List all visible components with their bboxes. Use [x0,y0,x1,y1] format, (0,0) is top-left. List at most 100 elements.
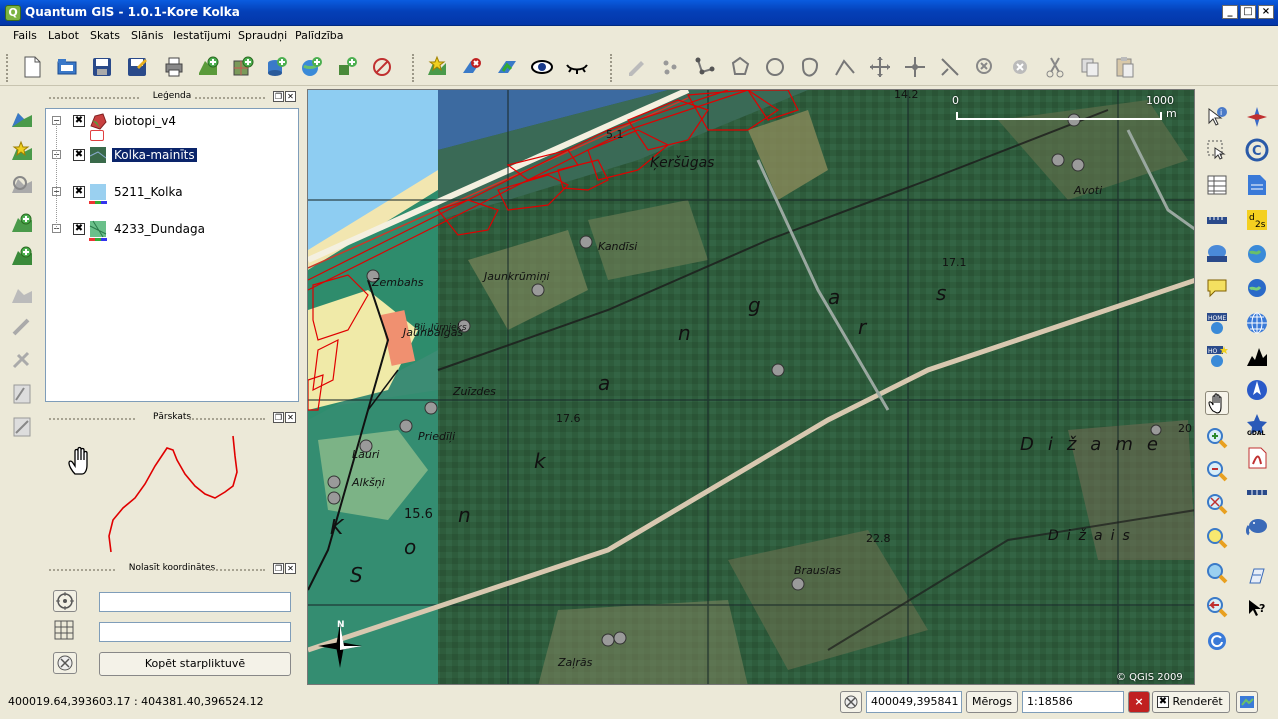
measure-line-icon[interactable] [1205,208,1229,232]
projection-status-icon[interactable] [1236,691,1258,713]
add-vector-green-icon[interactable] [10,212,34,236]
measure-area-icon[interactable] [1205,242,1229,266]
zoom-out-icon[interactable] [1205,459,1229,483]
coordinates-close-button[interactable]: ✕ [285,563,296,574]
whats-this-icon[interactable]: ? [1245,597,1269,621]
refresh-icon[interactable] [1205,629,1229,653]
coordinate-field-2[interactable] [99,622,291,642]
overview-panel[interactable] [45,426,299,560]
toggle-editing-icon[interactable] [625,55,649,79]
select-features-icon[interactable] [1205,138,1229,162]
menu-skats[interactable]: Skats [90,29,120,42]
menu-spraudni[interactable]: Spraudņi [238,29,287,42]
cancel-edit-icon[interactable] [1008,55,1032,79]
dxf2shp-icon[interactable]: d 2s [1245,208,1269,232]
graticule-icon[interactable] [1245,311,1269,335]
legend-layer-biotopi[interactable]: − ✖ biotopi_v4 [46,111,298,131]
minimize-button[interactable]: _ [1222,5,1238,19]
zoom-full-icon[interactable] [1205,492,1229,516]
menu-fails[interactable]: Fails [13,29,37,42]
grid-icon[interactable] [53,620,77,642]
delimited-text-icon[interactable] [1245,173,1269,197]
projection-settings-button[interactable] [53,652,77,674]
cut-features-icon[interactable] [1043,55,1067,79]
add-vector-layer-icon[interactable] [196,55,220,79]
layer-visibility-checkbox[interactable]: ✖ [73,186,85,198]
gdal-tools-icon[interactable]: GDAL [1245,412,1269,437]
pdf-export-icon[interactable] [1245,446,1269,470]
north-arrow-plugin-icon[interactable] [1245,105,1269,129]
menu-slanis[interactable]: Slānis [131,29,164,42]
home-bookmark-icon[interactable]: HOME [1205,311,1229,335]
zoom-selection-icon[interactable] [1205,526,1229,550]
add-vertex-icon[interactable] [903,55,927,79]
copy-to-clipboard-button[interactable]: Kopēt starpliktuvē [99,652,291,676]
layer-gray-2-icon[interactable] [10,316,34,340]
layer-visibility-checkbox[interactable]: ✖ [73,223,85,235]
add-ring-icon[interactable] [798,55,822,79]
delete-selected-icon[interactable] [973,55,997,79]
layer-gray-5-icon[interactable] [10,415,34,439]
maximize-button[interactable]: □ [1240,5,1256,19]
add-raster-layer-icon[interactable] [231,55,255,79]
legend-layer-kolka-mainits[interactable]: − ✖ Kolka-mainīts [46,145,298,165]
add-wms-layer-icon[interactable] [300,55,324,79]
home-set-icon[interactable]: HO [1205,344,1229,368]
legend-layer-5211-kolka[interactable]: − ✖ 5211_Kolka [46,182,298,202]
gps-tools-icon[interactable] [1245,276,1269,300]
overview-close-button[interactable]: ✕ [285,412,296,423]
overview-float-button[interactable]: ❐ [273,412,284,423]
capture-line-icon[interactable] [693,55,717,79]
menu-palidziba[interactable]: Palīdzība [295,29,344,42]
bookmark-star-icon[interactable] [10,140,34,164]
add-postgis-layer-icon[interactable] [265,55,289,79]
layer-gray-1-icon[interactable] [10,283,34,307]
open-project-icon[interactable] [55,55,79,79]
hide-all-layers-icon[interactable] [565,55,589,79]
capture-point-icon[interactable] [658,55,682,79]
crosshair-capture-button[interactable] [53,590,77,612]
move-feature-icon[interactable] [763,55,787,79]
zoom-in-icon[interactable] [1205,426,1229,450]
toolbar-grip[interactable] [6,54,9,82]
move-vertex-icon[interactable] [868,55,892,79]
layer-visibility-checkbox[interactable]: ✖ [73,115,85,127]
georeferencer-icon[interactable] [1245,242,1269,266]
legend-float-button[interactable]: ❐ [273,91,284,102]
print-icon[interactable] [162,55,186,79]
render-checkbox[interactable]: ✖ [1157,696,1169,708]
save-project-icon[interactable] [90,55,114,79]
close-button[interactable]: × [1258,5,1274,19]
identify-icon[interactable]: i [1205,105,1229,129]
split-features-icon[interactable] [833,55,857,79]
new-project-icon[interactable] [20,55,44,79]
zoom-last-icon[interactable] [1205,595,1229,619]
add-all-to-overview-icon[interactable] [495,55,519,79]
zoom-layer-icon[interactable] [1205,561,1229,585]
toolbar-grip[interactable] [412,54,415,82]
render-toggle[interactable]: ✖ Renderēt [1152,691,1230,713]
coordinate-toggle-icon[interactable] [840,691,862,713]
pan-tool-icon[interactable] [1205,391,1229,415]
scale-bar-plugin-icon[interactable] [1245,480,1269,504]
copy-features-icon[interactable] [1078,55,1102,79]
menu-labot[interactable]: Labot [48,29,79,42]
legend-layer-4233-dundaga[interactable]: − ✖ 4233_Dundaga [46,219,298,239]
coordinates-float-button[interactable]: ❐ [273,563,284,574]
python-console-icon[interactable] [1245,563,1269,587]
layer-gray-4-icon[interactable] [10,382,34,406]
show-all-layers-icon[interactable] [530,55,554,79]
capture-polygon-icon[interactable] [728,55,752,79]
add-layer-icon[interactable] [10,107,34,131]
layer-visibility-checkbox[interactable]: ✖ [73,149,85,161]
remove-layer-gray-icon[interactable] [10,173,34,197]
interpolation-icon[interactable] [1245,344,1269,368]
north-arrow-decor-icon[interactable] [1245,378,1269,402]
stop-render-icon[interactable]: × [1128,691,1150,713]
new-vector-layer-icon[interactable] [335,55,359,79]
layer-gray-3-icon[interactable] [10,349,34,373]
coordinate-field-1[interactable] [99,592,291,612]
add-raster-green-icon[interactable] [10,245,34,269]
map-canvas[interactable]: Zembahs Jaunbalgas Bij. Jūrnieks Zuīzdes… [307,89,1195,685]
save-as-project-icon[interactable] [125,55,149,79]
